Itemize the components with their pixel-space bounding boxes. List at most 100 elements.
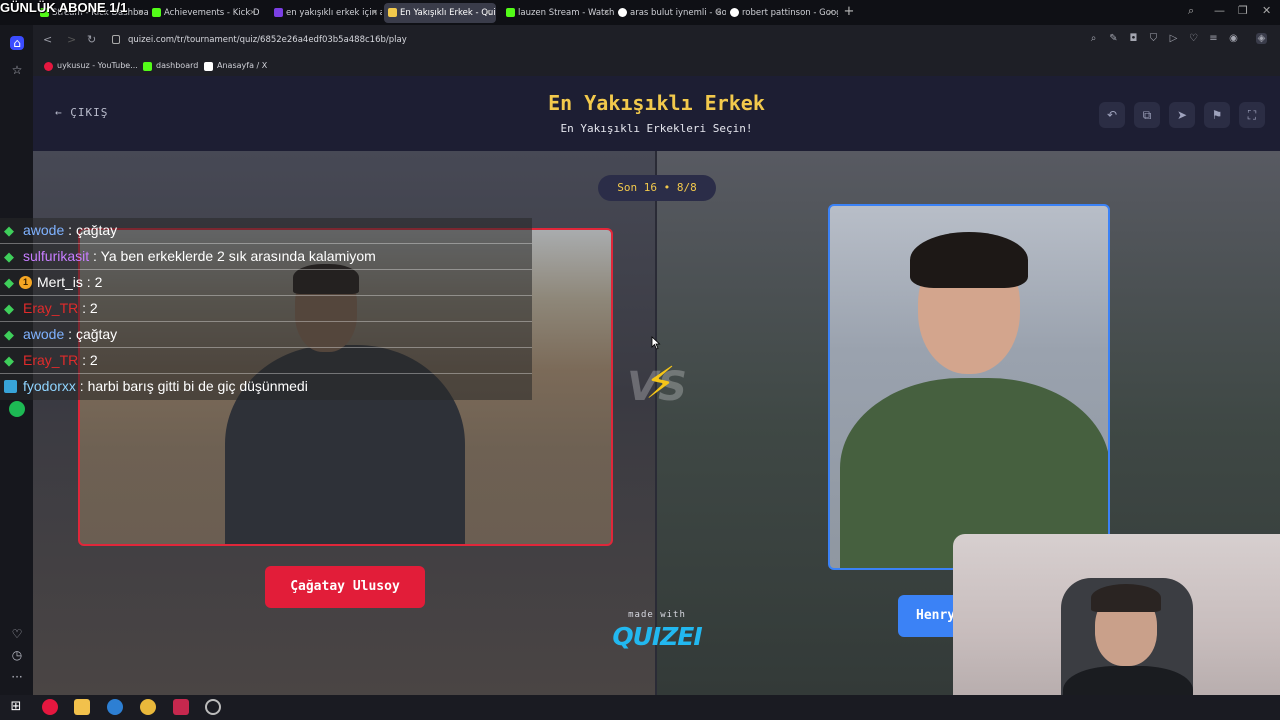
close-window-icon[interactable]: ✕ (1262, 4, 1271, 17)
quiz-subtitle: En Yakışıklı Erkekleri Seçin! (560, 122, 753, 135)
menu-icon[interactable]: ≡ (1208, 33, 1219, 44)
chat-text: 2 (89, 352, 98, 368)
kick-icon (506, 8, 515, 17)
close-icon[interactable]: ✕ (371, 3, 378, 23)
quiz-header: ← ÇIKIŞ En Yakışıklı Erkek En Yakışıklı … (33, 76, 1280, 151)
chat-message: ◆ awode : çağtay (0, 218, 532, 244)
edit-icon[interactable]: ✎ (1108, 33, 1119, 44)
stream-chat-overlay: ◆ awode : çağtay ◆ sulfurikasit : Ya ben… (0, 218, 532, 400)
close-icon[interactable]: ✕ (137, 3, 144, 23)
windows-start-icon[interactable]: ⊞ (8, 699, 24, 715)
close-icon[interactable]: ✕ (485, 3, 492, 23)
report-button[interactable]: ⚑ (1204, 102, 1230, 128)
tab-quizei[interactable]: En Yakışıklı Erkek - Quizei ✕ (384, 3, 496, 23)
chat-separator: : (75, 378, 88, 394)
chrome-icon[interactable] (140, 699, 156, 715)
opera-icon[interactable] (42, 699, 58, 715)
cursor-icon (651, 336, 661, 350)
heart-icon[interactable]: ♡ (1188, 33, 1199, 44)
quizei-icon (388, 8, 397, 17)
minimize-icon[interactable]: — (1214, 4, 1225, 17)
chat-separator: : (64, 326, 76, 342)
reload-icon[interactable]: ↻ (87, 33, 96, 46)
fullscreen-button[interactable]: ⛶ (1239, 102, 1265, 128)
chat-text: harbi barış gitti bi de giç düşünmedi (87, 378, 308, 394)
os-taskbar: ⊞ (0, 695, 1280, 720)
chat-text: çağtay (75, 326, 118, 342)
home-icon[interactable]: ⌂ (10, 36, 24, 50)
zoom-icon[interactable]: ⌕ (1088, 33, 1099, 44)
chat-separator: : (78, 352, 90, 368)
kick-icon (152, 8, 161, 17)
search-engine-icon (274, 8, 283, 17)
diamond-badge-icon: ◆ (4, 249, 14, 264)
heart-icon[interactable]: ♡ (10, 627, 24, 641)
app-icon[interactable] (173, 699, 189, 715)
star-icon[interactable]: ☆ (10, 63, 24, 77)
tab-google-robert[interactable]: robert pattinson - Google ✕ (726, 3, 838, 23)
chat-username: awode (23, 326, 65, 342)
file-explorer-icon[interactable] (74, 699, 90, 715)
tab-achievements[interactable]: Achievements - Kick Dash ✕ (148, 3, 260, 23)
stream-overlay-title: GÜNLÜK ABONE 1/1 (0, 0, 128, 15)
close-icon[interactable]: ✕ (715, 3, 722, 23)
profile-icon[interactable]: ◉ (1228, 33, 1239, 44)
right-choice-card[interactable] (828, 204, 1110, 570)
chat-username: fyodorxx (23, 378, 76, 394)
chat-message: ◆ Eray_TR : 2 (0, 348, 532, 374)
maximize-icon[interactable]: ❐ (1238, 4, 1248, 17)
close-icon[interactable]: ✕ (827, 3, 834, 23)
tab-search[interactable]: en yakışıklı erkek için aranı ✕ (270, 3, 382, 23)
chat-separator: : (89, 248, 101, 264)
bookmark-x[interactable]: Anasayfa / X (204, 59, 267, 73)
close-icon[interactable]: ✕ (249, 3, 256, 23)
history-icon[interactable]: ◷ (10, 648, 24, 662)
google-icon (730, 8, 739, 17)
browser-tab-bar: Stream - Kick Dashboard ✕ Achievements -… (0, 0, 1280, 25)
forward-icon[interactable]: > (67, 33, 76, 46)
chat-text: Ya ben erkeklerde 2 sık arasında kalamiy… (100, 248, 376, 264)
chat-text: 2 (94, 274, 103, 290)
chat-message: ◆ Eray_TR : 2 (0, 296, 532, 322)
shield-icon[interactable]: ⛉ (1148, 33, 1159, 44)
chat-text: 2 (89, 300, 98, 316)
chat-text: çağtay (75, 222, 118, 238)
select-left-button[interactable]: Çağatay Ulusoy (265, 566, 425, 608)
chat-separator: : (82, 274, 95, 290)
bookmark-youtube[interactable]: uykusuz - YouTube... (44, 59, 138, 73)
coin-badge-icon: 1 (19, 276, 32, 289)
steam-icon[interactable] (107, 699, 123, 715)
undo-icon: ↶ (1106, 108, 1118, 122)
diamond-badge-icon: ◆ (4, 327, 14, 342)
kick-icon (143, 62, 152, 71)
lightning-icon: ⚡ (645, 358, 676, 409)
chat-separator: : (64, 222, 76, 238)
bookmark-dashboard[interactable]: dashboard (143, 59, 198, 73)
tab-lauzen-stream[interactable]: lauzen Stream - Watch Liv ✕ (502, 3, 614, 23)
share-button[interactable]: ⧉ (1134, 102, 1160, 128)
chat-message: ◆ awode : çağtay (0, 322, 532, 348)
quiz-title: En Yakışıklı Erkek (548, 91, 765, 115)
play-icon[interactable]: ▷ (1168, 33, 1179, 44)
chat-separator: : (78, 300, 90, 316)
chat-username: Eray_TR (23, 352, 79, 368)
sub-badge-icon (4, 380, 17, 393)
send-button[interactable]: ➤ (1169, 102, 1195, 128)
new-tab-icon[interactable]: + (842, 3, 856, 21)
chat-message: fyodorxx : harbi barış gitti bi de giç d… (0, 374, 532, 400)
more-icon[interactable]: ··· (10, 670, 24, 684)
back-icon[interactable]: < (43, 33, 52, 46)
obs-icon[interactable] (205, 699, 221, 715)
diamond-badge-icon: ◆ (4, 275, 14, 290)
undo-button[interactable]: ↶ (1099, 102, 1125, 128)
chat-username: sulfurikasit (23, 248, 90, 264)
spotify-icon[interactable] (9, 401, 25, 417)
camera-icon[interactable]: ◘ (1128, 33, 1139, 44)
chat-username: awode (23, 222, 65, 238)
tab-google-aras[interactable]: aras bulut iynemli - Goog ✕ (614, 3, 726, 23)
search-tabs-icon[interactable]: ⌕ (1188, 4, 1194, 18)
address-bar[interactable]: quizei.com/tr/tournament/quiz/6852e26a4e… (108, 31, 1008, 49)
extensions-icon[interactable]: ◈ (1256, 33, 1267, 44)
lock-icon (112, 35, 120, 44)
close-icon[interactable]: ✕ (603, 3, 610, 23)
